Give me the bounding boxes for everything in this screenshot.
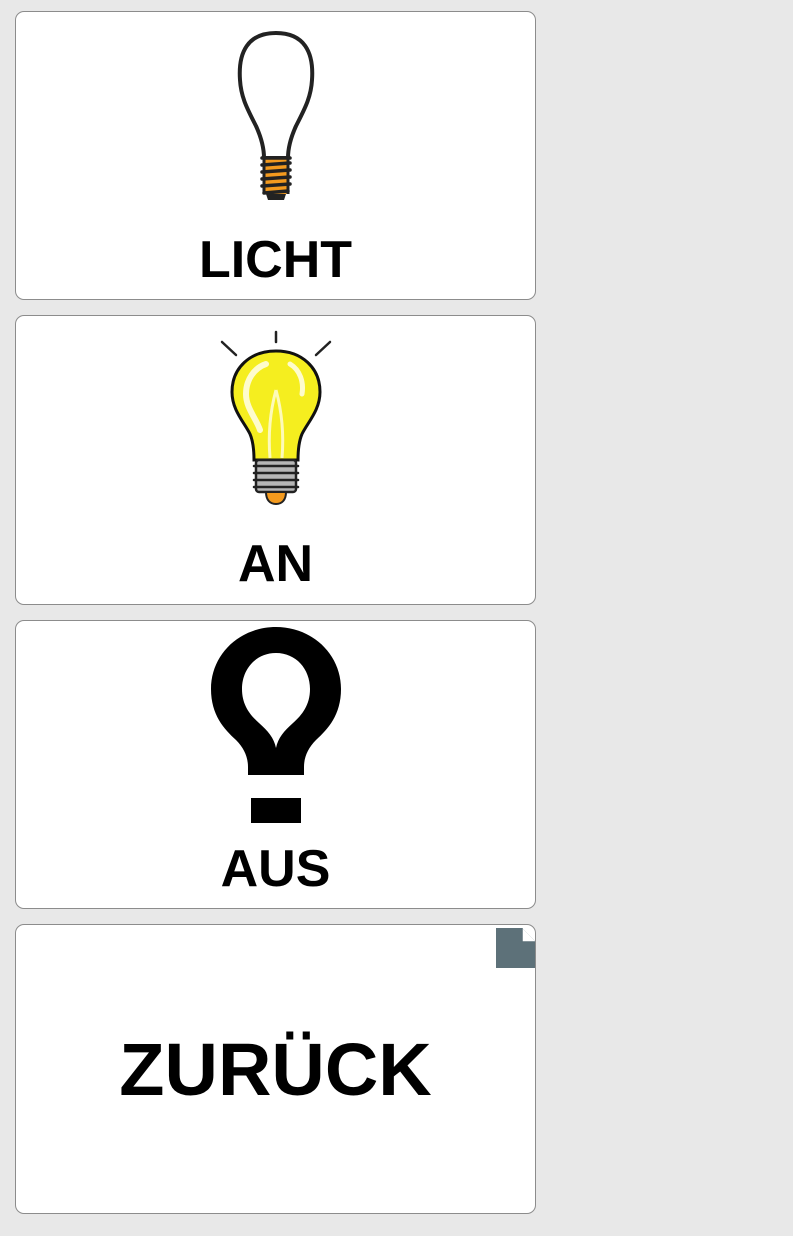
cell-label: ZURÜCK: [119, 1028, 432, 1111]
cell-label: AN: [237, 535, 314, 593]
cell-aus[interactable]: AUS: [15, 620, 536, 909]
cell-an[interactable]: AN: [15, 315, 536, 605]
page-corner-icon: [496, 928, 535, 968]
communication-board: LICHT AN AUS ZURÜCK: [0, 0, 793, 1236]
lightbulb-outline-icon: [237, 31, 314, 200]
cell-zurueck[interactable]: ZURÜCK: [15, 924, 536, 1214]
lightbulb-on-icon: [220, 330, 331, 506]
cell-label: LICHT: [198, 231, 353, 289]
lightbulb-off-icon: [210, 627, 341, 823]
cell-label: AUS: [220, 840, 331, 898]
cell-licht[interactable]: LICHT: [15, 11, 536, 300]
